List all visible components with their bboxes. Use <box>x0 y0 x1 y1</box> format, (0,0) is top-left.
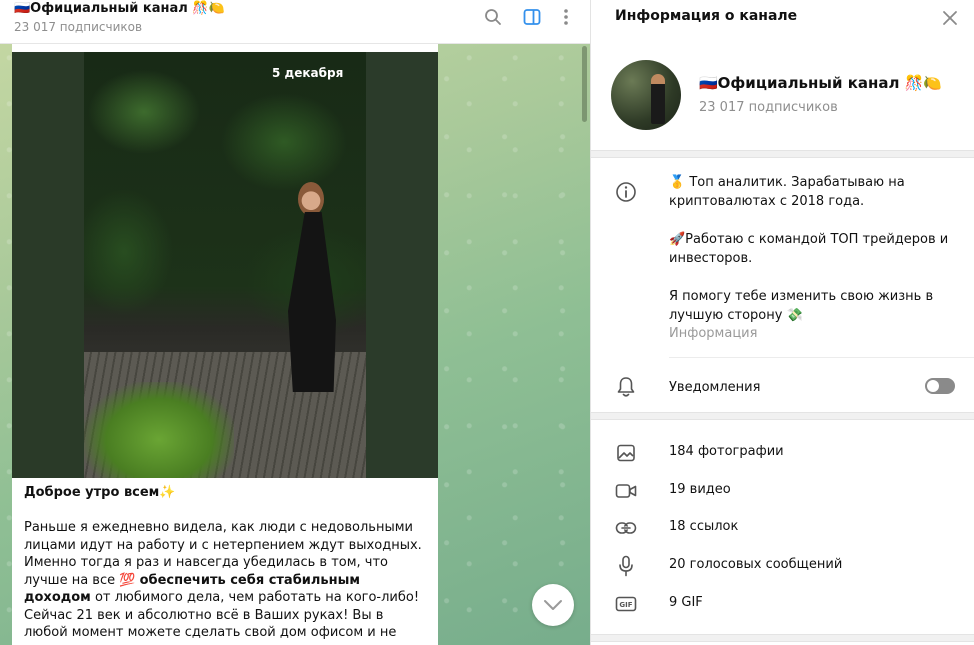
channel-info-panel: Информация о канале 🇷🇺Официальный канал … <box>590 0 974 645</box>
mic-icon <box>615 555 637 577</box>
channel-name: 🇷🇺Официальный канал 🎊🍋 <box>699 74 943 92</box>
links-count: 18 ссылок <box>669 519 739 534</box>
chat-panel: 🇷🇺Официальный канал 🎊🍋 23 017 подписчико… <box>0 0 590 645</box>
scroll-down-button[interactable] <box>532 584 574 626</box>
message-bubble[interactable]: 5 декабря Доброе утро всем✨ Раньше я еже… <box>12 44 438 645</box>
media-photos-row[interactable]: 184 фотографии <box>591 435 974 471</box>
media-gif-row[interactable]: GIF 9 GIF <box>591 586 974 622</box>
media-voice-row[interactable]: 20 голосовых сообщений <box>591 548 974 584</box>
post-paragraph-1: Раньше я ежедневно видела, как люди с не… <box>24 520 422 605</box>
chat-scrollbar[interactable] <box>582 46 587 122</box>
search-icon[interactable] <box>482 6 504 28</box>
photo-woman <box>282 182 342 402</box>
post-paragraph-2: Сейчас 21 век и абсолютно всё в Ваших ру… <box>24 607 397 645</box>
channel-subscribers: 23 017 подписчиков <box>699 100 838 115</box>
divider <box>669 357 974 358</box>
description-label: Информация <box>669 326 758 341</box>
date-pill: 5 декабря <box>272 66 344 80</box>
photo-icon <box>615 442 637 464</box>
photos-count: 184 фотографии <box>669 444 784 459</box>
link-icon <box>615 517 637 539</box>
media-links-row[interactable]: 18 ссылок <box>591 510 974 546</box>
post-text: Доброе утро всем✨ Раньше я ежедневно вид… <box>24 484 426 645</box>
info-title: Информация о канале <box>615 8 798 24</box>
videos-count: 19 видео <box>669 482 731 497</box>
voice-count: 20 голосовых сообщений <box>669 557 843 572</box>
description-line: 🚀Работаю с командой ТОП трейдеров и инве… <box>669 232 949 266</box>
section-divider <box>591 634 974 642</box>
close-icon[interactable] <box>940 8 960 28</box>
notifications-label: Уведомления <box>669 380 761 395</box>
bell-icon <box>615 376 637 398</box>
photo-bush <box>84 382 234 478</box>
sidebar-toggle-icon[interactable] <box>521 6 543 28</box>
chat-header[interactable]: 🇷🇺Официальный канал 🎊🍋 23 017 подписчико… <box>0 0 590 44</box>
post-photo[interactable]: 5 декабря <box>12 52 438 478</box>
info-icon <box>615 181 637 203</box>
gif-icon: GIF <box>615 593 637 615</box>
chat-title[interactable]: 🇷🇺Официальный канал 🎊🍋 <box>14 1 225 16</box>
section-divider <box>591 150 974 158</box>
svg-text:GIF: GIF <box>619 601 632 609</box>
description-line: 🥇 Топ аналитик. Зарабатываю на криптовал… <box>669 175 905 209</box>
chevron-down-icon <box>543 599 563 611</box>
video-icon <box>615 480 637 502</box>
section-divider <box>591 412 974 420</box>
channel-description: 🥇 Топ аналитик. Зарабатываю на криптовал… <box>669 173 949 325</box>
notifications-toggle[interactable] <box>925 378 955 394</box>
avatar[interactable] <box>611 60 681 130</box>
gif-count: 9 GIF <box>669 595 703 610</box>
more-vert-icon[interactable] <box>555 6 577 28</box>
post-greeting: Доброе утро всем✨ <box>24 485 176 500</box>
description-line: Я помогу тебе изменить свою жизнь в лучш… <box>669 289 934 323</box>
chat-subscribers: 23 017 подписчиков <box>14 20 143 34</box>
media-videos-row[interactable]: 19 видео <box>591 473 974 509</box>
